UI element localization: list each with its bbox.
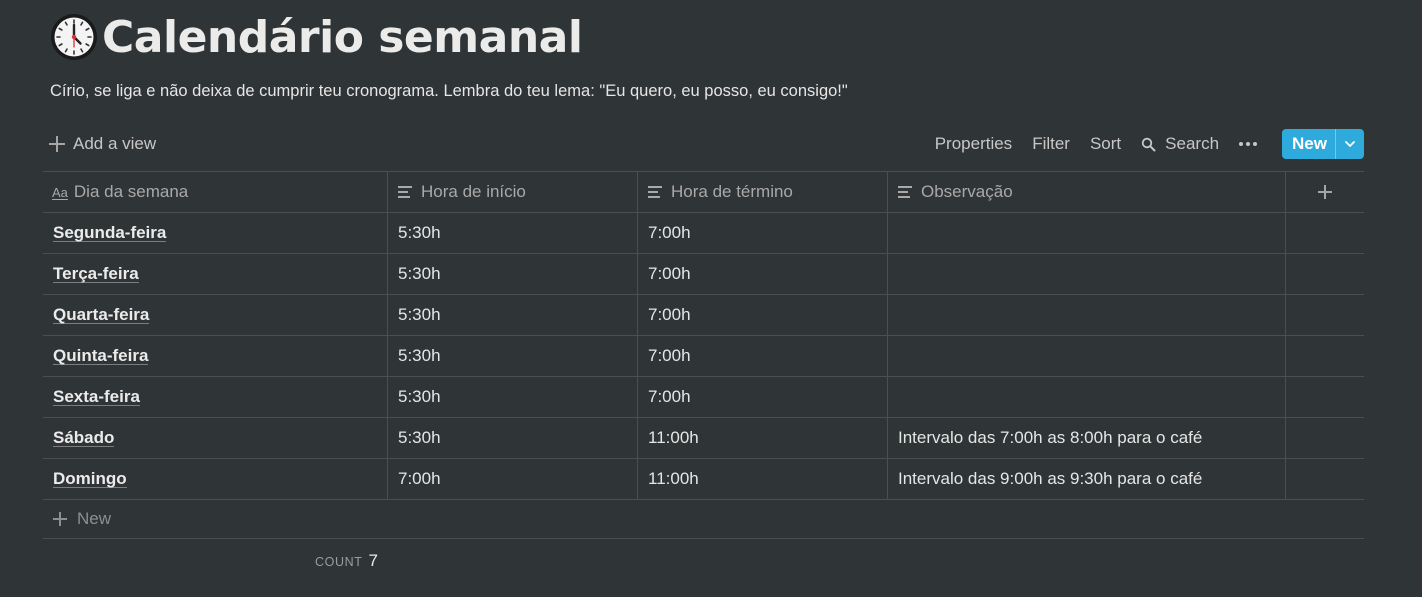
cell-termino[interactable]: 7:00h	[638, 295, 888, 335]
table-row[interactable]: Domingo 7:00h 11:00h Intervalo das 9:00h…	[43, 459, 1364, 500]
row-title[interactable]: Quarta-feira	[53, 305, 150, 325]
table-row[interactable]: Terça-feira 5:30h 7:00h	[43, 254, 1364, 295]
text-lines-icon	[898, 186, 912, 198]
cell-observacao[interactable]	[888, 213, 1286, 253]
column-label: Hora de início	[421, 182, 526, 201]
cell-termino[interactable]: 11:00h	[638, 418, 888, 458]
cell-observacao[interactable]: Intervalo das 9:00h as 9:30h para o café	[888, 459, 1286, 499]
count-aggregation[interactable]: COUNT 7	[315, 551, 378, 571]
plus-icon	[1318, 185, 1332, 199]
add-view-label: Add a view	[73, 134, 157, 153]
count-value: 7	[368, 551, 378, 570]
cell-termino[interactable]: 11:00h	[638, 459, 888, 499]
cell-inicio[interactable]: 7:00h	[388, 459, 638, 499]
add-view-button[interactable]: Add a view	[49, 128, 156, 160]
database-toolbar: Add a view Properties Filter Sort Search…	[43, 128, 1364, 160]
cell-observacao[interactable]	[888, 377, 1286, 417]
cell-termino[interactable]: 7:00h	[638, 213, 888, 253]
row-title[interactable]: Sábado	[53, 428, 115, 448]
column-header-termino[interactable]: Hora de término	[638, 172, 888, 212]
sort-button[interactable]: Sort	[1090, 134, 1121, 154]
clock-icon[interactable]	[50, 13, 98, 61]
column-label: Hora de término	[671, 182, 793, 201]
cell-empty	[1286, 336, 1364, 376]
add-property-button[interactable]	[1286, 172, 1364, 212]
more-options-icon[interactable]	[1239, 134, 1260, 154]
cell-empty	[1286, 254, 1364, 294]
cell-dia[interactable]: Terça-feira	[43, 254, 388, 294]
column-label: Observação	[921, 182, 1013, 201]
cell-dia[interactable]: Quinta-feira	[43, 336, 388, 376]
filter-button[interactable]: Filter	[1032, 134, 1070, 154]
table-row[interactable]: Quinta-feira 5:30h 7:00h	[43, 336, 1364, 377]
cell-empty	[1286, 213, 1364, 253]
count-label: COUNT	[315, 555, 363, 569]
column-header-dia[interactable]: Aa Dia da semana	[43, 172, 388, 212]
cell-termino[interactable]: 7:00h	[638, 336, 888, 376]
cell-empty	[1286, 459, 1364, 499]
cell-inicio[interactable]: 5:30h	[388, 254, 638, 294]
cell-dia[interactable]: Domingo	[43, 459, 388, 499]
page-title[interactable]: Calendário semanal	[102, 12, 583, 63]
cell-dia[interactable]: Segunda-feira	[43, 213, 388, 253]
column-header-inicio[interactable]: Hora de início	[388, 172, 638, 212]
row-title[interactable]: Sexta-feira	[53, 387, 140, 407]
table-row[interactable]: Quarta-feira 5:30h 7:00h	[43, 295, 1364, 336]
column-header-observacao[interactable]: Observação	[888, 172, 1286, 212]
row-title[interactable]: Domingo	[53, 469, 127, 489]
table-row[interactable]: Sexta-feira 5:30h 7:00h	[43, 377, 1364, 418]
row-title[interactable]: Segunda-feira	[53, 223, 167, 243]
cell-observacao[interactable]	[888, 295, 1286, 335]
table-row[interactable]: Segunda-feira 5:30h 7:00h	[43, 213, 1364, 254]
cell-inicio[interactable]: 5:30h	[388, 336, 638, 376]
toolbar-actions: Properties Filter Sort Search New	[915, 128, 1364, 160]
notion-page: Calendário semanal Círio, se liga e não …	[0, 0, 1422, 597]
new-button[interactable]: New	[1282, 129, 1364, 159]
cell-inicio[interactable]: 5:30h	[388, 295, 638, 335]
properties-button[interactable]: Properties	[935, 134, 1012, 154]
title-property-icon: Aa	[52, 184, 68, 200]
cell-inicio[interactable]: 5:30h	[388, 213, 638, 253]
cell-observacao[interactable]	[888, 336, 1286, 376]
text-lines-icon	[648, 186, 662, 198]
row-title[interactable]: Terça-feira	[53, 264, 139, 284]
search-icon	[1141, 137, 1156, 151]
plus-icon	[49, 136, 65, 152]
cell-dia[interactable]: Quarta-feira	[43, 295, 388, 335]
plus-icon	[53, 512, 67, 526]
search-button[interactable]: Search	[1141, 134, 1219, 154]
table-row[interactable]: Sábado 5:30h 11:00h Intervalo das 7:00h …	[43, 418, 1364, 459]
cell-empty	[1286, 418, 1364, 458]
table-header: Aa Dia da semana Hora de início Hora de …	[43, 172, 1364, 213]
page-header: Calendário semanal	[50, 8, 583, 66]
row-title[interactable]: Quinta-feira	[53, 346, 149, 366]
cell-empty	[1286, 295, 1364, 335]
cell-termino[interactable]: 7:00h	[638, 377, 888, 417]
cell-dia[interactable]: Sábado	[43, 418, 388, 458]
cell-observacao[interactable]: Intervalo das 7:00h as 8:00h para o café	[888, 418, 1286, 458]
cell-dia[interactable]: Sexta-feira	[43, 377, 388, 417]
page-description[interactable]: Círio, se liga e não deixa de cumprir te…	[50, 82, 848, 101]
database-table: Aa Dia da semana Hora de início Hora de …	[43, 171, 1364, 539]
cell-observacao[interactable]	[888, 254, 1286, 294]
cell-inicio[interactable]: 5:30h	[388, 377, 638, 417]
cell-empty	[1286, 377, 1364, 417]
chevron-down-icon[interactable]	[1336, 129, 1364, 159]
new-button-label[interactable]: New	[1282, 129, 1336, 159]
add-row-label: New	[77, 509, 112, 528]
column-label: Dia da semana	[73, 182, 189, 201]
text-lines-icon	[398, 186, 412, 198]
cell-inicio[interactable]: 5:30h	[388, 418, 638, 458]
add-row-button[interactable]: New	[43, 500, 1364, 539]
cell-termino[interactable]: 7:00h	[638, 254, 888, 294]
search-label: Search	[1165, 134, 1220, 153]
